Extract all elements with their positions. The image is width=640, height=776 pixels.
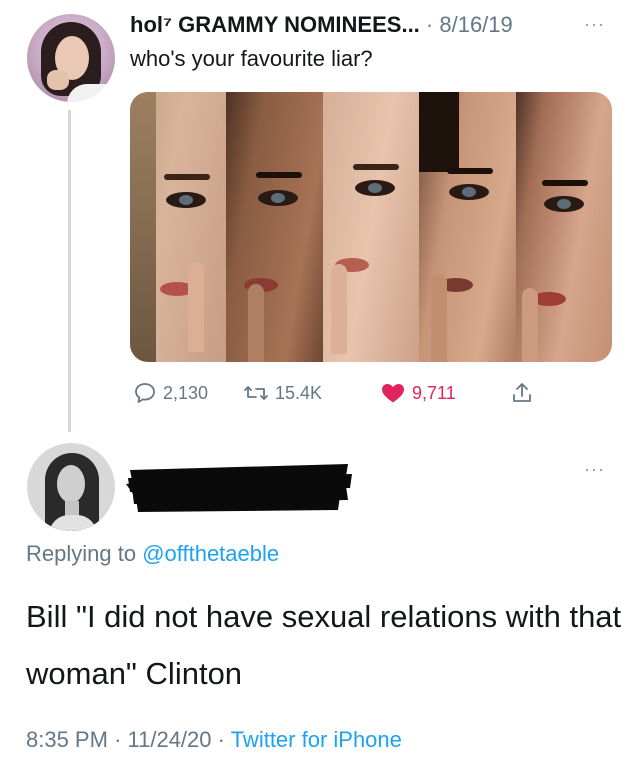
media-panel [130,92,227,362]
tweet-media-image[interactable] [130,92,612,362]
tweet-actions-bar: 2,130 15.4K 9,711 [130,378,610,408]
replying-to-line: Replying to @offthetaeble [26,541,279,567]
heart-icon [382,384,404,403]
tweet-text: who's your favourite liar? [130,46,373,71]
retweet-icon [244,386,268,400]
author-avatar[interactable] [27,14,115,102]
like-action[interactable]: 9,711 [380,378,456,408]
share-action[interactable] [510,378,540,408]
retweet-action[interactable]: 15.4K [243,378,322,408]
reply-icon [135,383,155,403]
reply-count: 2,130 [163,382,209,403]
meta-separator: · [114,727,122,752]
tweet-header: hol⁷ GRAMMY NOMINEES... · 8/16/19 [130,12,620,44]
reply-author-avatar[interactable] [27,443,115,531]
replying-to-handle-link[interactable]: @offthetaeble [142,541,279,566]
media-panel [419,92,516,362]
reply-action[interactable]: 2,130 [133,378,208,408]
media-panel [515,92,612,362]
share-icon [513,383,531,402]
retweet-count: 15.4K [275,382,323,403]
replying-to-label: Replying to [26,541,137,566]
tweet-client-link[interactable]: Twitter for iPhone [231,727,402,752]
meta-separator: · [217,727,225,752]
thread-connector-line [68,110,71,432]
tweet-metadata: 8:35 PM · 11/24/20 · Twitter for iPhone [26,727,402,753]
more-options-icon[interactable]: ··· [584,14,605,35]
tweet-date[interactable]: · 8/16/19 [426,12,513,37]
like-count: 9,711 [412,382,456,403]
author-name[interactable]: hol⁷ GRAMMY NOMINEES... [130,12,420,37]
media-panel [322,92,420,362]
more-options-icon[interactable]: ··· [584,459,605,480]
reply-tweet-text: Bill "I did not have sexual relations wi… [26,599,622,691]
media-panel [226,92,323,362]
redacted-username-scribble [126,464,352,512]
tweet-time[interactable]: 8:35 PM [26,727,108,752]
tweet-full-date[interactable]: 11/24/20 [128,727,212,752]
